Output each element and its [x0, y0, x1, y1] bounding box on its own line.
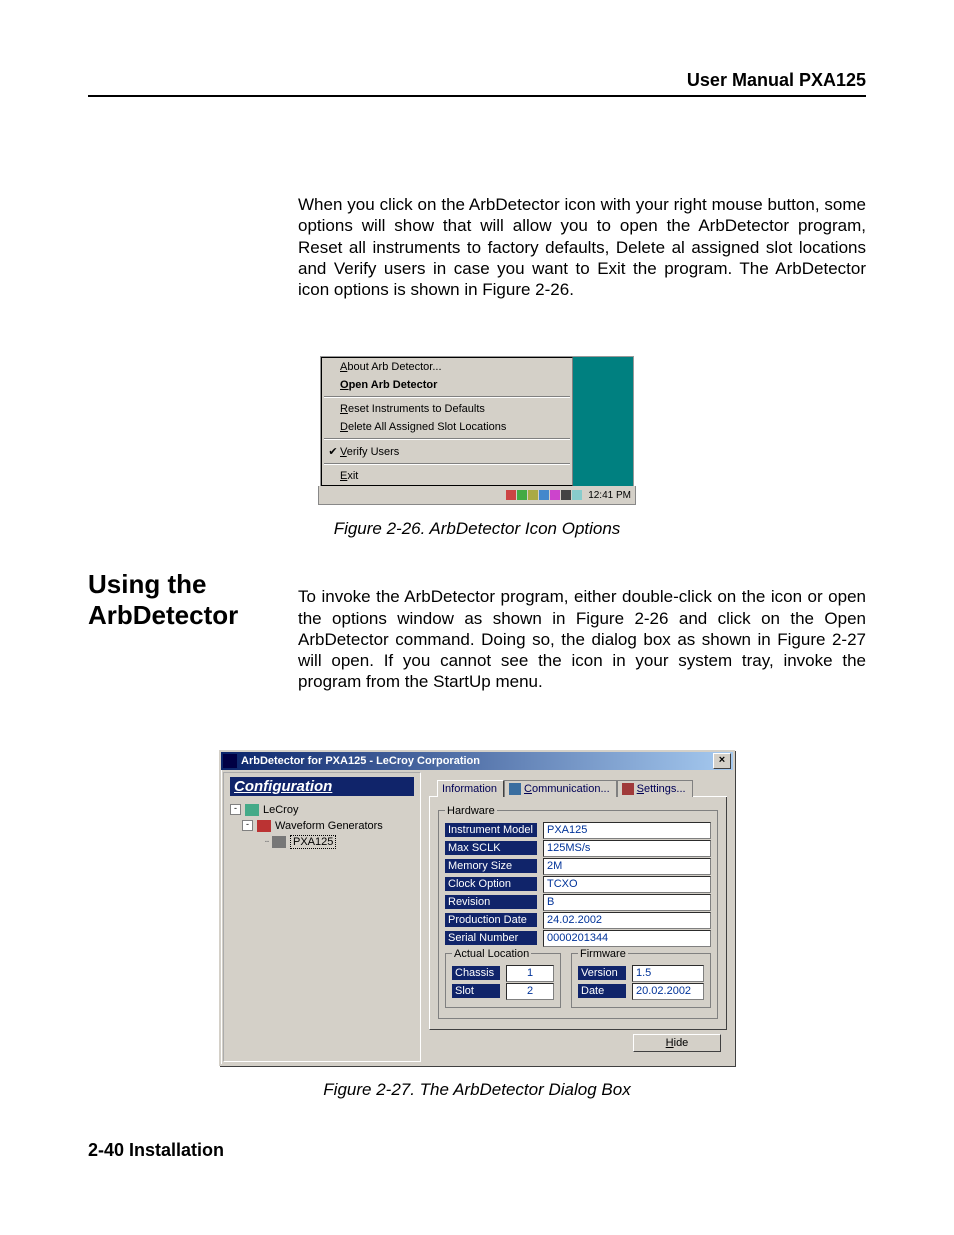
check-icon: ✔: [326, 445, 340, 458]
menu-item-label: Reset Instruments to Defaults: [340, 403, 485, 415]
menu-item-label: Open Arb Detector: [340, 379, 437, 391]
field-label: Date: [578, 984, 626, 998]
arbdetector-dialog: ArbDetector for PXA125 - LeCroy Corporat…: [219, 750, 735, 1066]
hardware-row: Instrument Model PXA125: [445, 822, 711, 839]
menu-item[interactable]: Delete All Assigned Slot Locations: [322, 418, 572, 436]
taskbar-background: [573, 357, 633, 486]
menu-separator: [324, 438, 570, 440]
hardware-row: Memory Size 2M: [445, 858, 711, 875]
tree-label-leaf-selected: PXA125: [290, 835, 336, 849]
tree-label-group: Waveform Generators: [275, 820, 383, 832]
configuration-title: Configuration: [230, 777, 414, 796]
tree-node-leaf[interactable]: ··· PXA125: [264, 834, 414, 850]
tab-settings[interactable]: Settings...: [617, 780, 693, 797]
figure-caption-2: Figure 2-27. The ArbDetector Dialog Box: [88, 1080, 866, 1100]
menu-item-label: Verify Users: [340, 446, 399, 458]
close-button[interactable]: ×: [713, 753, 731, 769]
figure-caption-1: Figure 2-26. ArbDetector Icon Options: [88, 519, 866, 539]
menu-item[interactable]: ✔Verify Users: [322, 442, 572, 461]
hardware-row: Revision B: [445, 894, 711, 911]
hardware-group: Hardware Instrument Model PXA125 Max SCLK 1…: [438, 805, 718, 1019]
field-label: Instrument Model: [445, 823, 537, 837]
context-menu: About Arb Detector... Open Arb Detector Re…: [321, 357, 633, 486]
field-value: 0000201344: [543, 930, 711, 947]
tab-label: Communication...: [524, 783, 610, 795]
page-footer: 2-40 Installation: [88, 1140, 866, 1161]
app-icon: [223, 754, 237, 768]
hardware-legend: Hardware: [445, 805, 497, 817]
dialog-title-text: ArbDetector for PXA125 - LeCroy Corporat…: [241, 755, 480, 767]
field-value: TCXO: [543, 876, 711, 893]
section-paragraph: To invoke the ArbDetector program, eithe…: [298, 586, 866, 692]
menu-separator: [324, 463, 570, 465]
firmware-row: Date 20.02.2002: [578, 983, 704, 1000]
field-label: Slot: [452, 984, 500, 998]
tab-communication[interactable]: Communication...: [504, 780, 617, 797]
tree-node-root[interactable]: - LeCroy: [230, 802, 414, 818]
location-row: Slot 2: [452, 983, 554, 1000]
firmware-legend: Firmware: [578, 948, 628, 960]
firmware-row: Version 1.5: [578, 965, 704, 982]
menu-separator: [324, 396, 570, 398]
field-label: Chassis: [452, 966, 500, 980]
hardware-row: Clock Option TCXO: [445, 876, 711, 893]
field-value: 20.02.2002: [632, 983, 704, 1000]
field-label: Version: [578, 966, 626, 980]
field-value: 125MS/s: [543, 840, 711, 857]
field-label: Production Date: [445, 913, 537, 927]
device-icon: [272, 836, 286, 848]
field-value: 1.5: [632, 965, 704, 982]
section-heading: Using the ArbDetector: [88, 569, 268, 631]
menu-item[interactable]: Exit: [322, 467, 572, 485]
tab-information[interactable]: Information: [437, 780, 504, 797]
field-value: 1: [506, 965, 554, 982]
menu-item-label: Exit: [340, 470, 358, 482]
system-tray: 12:41 PM: [318, 486, 636, 505]
communication-icon: [509, 783, 521, 795]
tab-label: Information: [442, 783, 497, 795]
field-label: Memory Size: [445, 859, 537, 873]
menu-item[interactable]: About Arb Detector...: [322, 358, 572, 376]
settings-icon: [622, 783, 634, 795]
dialog-titlebar[interactable]: ArbDetector for PXA125 - LeCroy Corporat…: [221, 752, 733, 770]
field-value: 24.02.2002: [543, 912, 711, 929]
configuration-panel: Configuration - LeCroy - Waveform Genera…: [223, 772, 421, 1062]
field-label: Revision: [445, 895, 537, 909]
tree-label-root: LeCroy: [263, 804, 298, 816]
menu-item[interactable]: Open Arb Detector: [322, 376, 572, 394]
page-header: User Manual PXA125: [88, 70, 866, 91]
tray-clock: 12:41 PM: [588, 490, 631, 501]
field-value: PXA125: [543, 822, 711, 839]
company-icon: [245, 804, 259, 816]
location-group: Actual Location Chassis 1 Slot 2: [445, 948, 561, 1008]
field-label: Clock Option: [445, 877, 537, 891]
tree-collapse-icon[interactable]: -: [230, 804, 241, 815]
tree-node-group[interactable]: - Waveform Generators: [242, 818, 414, 834]
tree-collapse-icon[interactable]: -: [242, 820, 253, 831]
tree-connector: ···: [264, 836, 268, 847]
field-value: B: [543, 894, 711, 911]
field-label: Max SCLK: [445, 841, 537, 855]
location-row: Chassis 1: [452, 965, 554, 982]
hardware-row: Production Date 24.02.2002: [445, 912, 711, 929]
field-value: 2: [506, 983, 554, 1000]
location-legend: Actual Location: [452, 948, 531, 960]
generator-icon: [257, 820, 271, 832]
firmware-group: Firmware Version 1.5 Date 20.02.2002: [571, 948, 711, 1008]
tab-label: Settings...: [637, 783, 686, 795]
hide-button[interactable]: Hide: [633, 1034, 721, 1052]
field-label: Serial Number: [445, 931, 537, 945]
menu-item[interactable]: Reset Instruments to Defaults: [322, 400, 572, 418]
tab-bar: Information Communication... Settings...: [429, 776, 727, 797]
field-value: 2M: [543, 858, 711, 875]
hardware-row: Max SCLK 125MS/s: [445, 840, 711, 857]
header-rule: [88, 95, 866, 97]
tray-icons: [506, 490, 582, 500]
menu-item-label: About Arb Detector...: [340, 361, 442, 373]
menu-item-label: Delete All Assigned Slot Locations: [340, 421, 506, 433]
intro-paragraph: When you click on the ArbDetector icon w…: [298, 194, 866, 300]
hardware-row: Serial Number 0000201344: [445, 930, 711, 947]
